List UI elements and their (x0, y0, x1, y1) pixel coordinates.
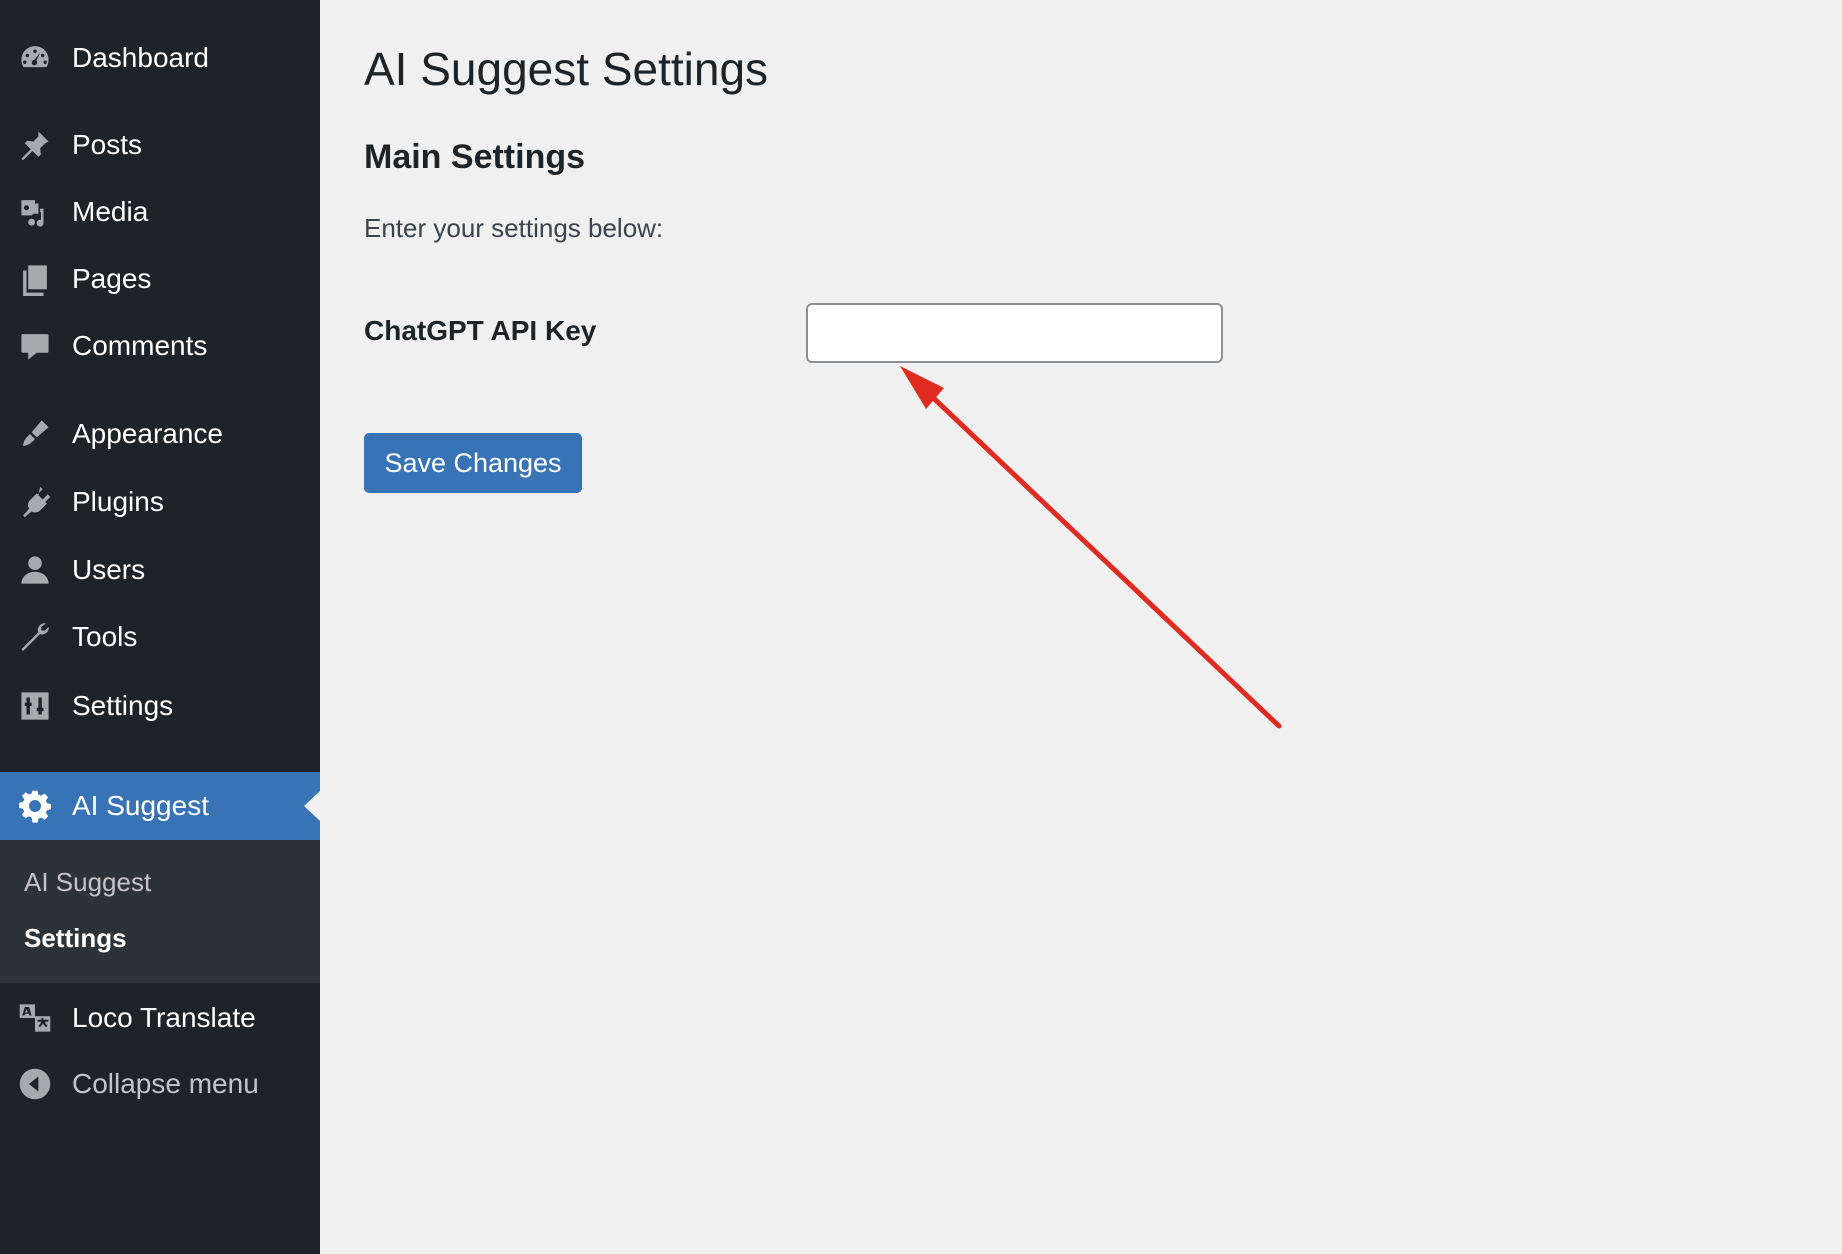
sidebar-item-comments[interactable]: Comments (0, 316, 320, 376)
sidebar-item-label: Loco Translate (72, 1002, 256, 1033)
wp-admin-page: Dashboard Posts Media Pages Comments App… (0, 0, 1842, 1254)
current-menu-pointer (304, 791, 320, 821)
submenu-item-ai-suggest[interactable]: AI Suggest (24, 867, 151, 898)
save-changes-button[interactable]: Save Changes (364, 433, 582, 493)
wrench-icon (17, 619, 53, 655)
sidebar-item-label: Settings (72, 690, 174, 721)
sidebar-item-ai-suggest[interactable]: AI Suggest (0, 772, 320, 840)
sidebar-item-media[interactable]: Media (0, 182, 320, 242)
comment-icon (17, 328, 53, 364)
submenu-item-settings[interactable]: Settings (24, 923, 127, 954)
pin-icon (17, 127, 53, 163)
sidebar-item-label: Media (72, 196, 149, 227)
translate-icon (17, 1000, 53, 1036)
sidebar-item-dashboard[interactable]: Dashboard (0, 28, 320, 88)
user-icon (17, 552, 53, 588)
pages-icon (17, 261, 53, 297)
api-key-label: ChatGPT API Key (364, 315, 597, 346)
dashboard-icon (17, 40, 53, 76)
collapse-menu-button[interactable]: Collapse menu (0, 1054, 320, 1114)
sliders-icon (17, 688, 53, 724)
section-title: Main Settings (364, 138, 586, 176)
sidebar-item-settings[interactable]: Settings (0, 676, 320, 736)
collapse-arrow-icon (17, 1066, 53, 1102)
sidebar-item-label: Collapse menu (72, 1068, 259, 1099)
sidebar-item-label: Users (72, 554, 146, 585)
gear-icon (17, 788, 53, 824)
page-title: AI Suggest Settings (364, 43, 769, 95)
paintbrush-icon (17, 416, 53, 452)
sidebar-item-label: AI Suggest (72, 790, 209, 821)
sidebar-item-label: Posts (72, 129, 143, 160)
sidebar-item-loco-translate[interactable]: Loco Translate (0, 988, 320, 1048)
sidebar-item-pages[interactable]: Pages (0, 249, 320, 309)
sidebar-item-label: Appearance (72, 418, 224, 449)
sidebar-item-appearance[interactable]: Appearance (0, 404, 320, 464)
ai-suggest-submenu: AI Suggest Settings (0, 840, 320, 983)
sidebar-item-users[interactable]: Users (0, 540, 320, 600)
sidebar-item-label: Pages (72, 263, 152, 294)
admin-sidebar: Dashboard Posts Media Pages Comments App… (0, 0, 320, 1254)
sidebar-item-label: Dashboard (72, 42, 209, 73)
api-key-input[interactable] (806, 303, 1223, 363)
sidebar-item-label: Tools (72, 621, 138, 652)
sidebar-item-posts[interactable]: Posts (0, 115, 320, 175)
media-icon (17, 194, 53, 230)
sidebar-item-tools[interactable]: Tools (0, 607, 320, 667)
section-description: Enter your settings below: (364, 213, 664, 243)
sidebar-item-plugins[interactable]: Plugins (0, 472, 320, 532)
plugin-icon (17, 484, 53, 520)
sidebar-item-label: Plugins (72, 486, 164, 517)
main-content: AI Suggest Settings Main Settings Enter … (320, 0, 1842, 1254)
sidebar-item-label: Comments (72, 330, 208, 361)
